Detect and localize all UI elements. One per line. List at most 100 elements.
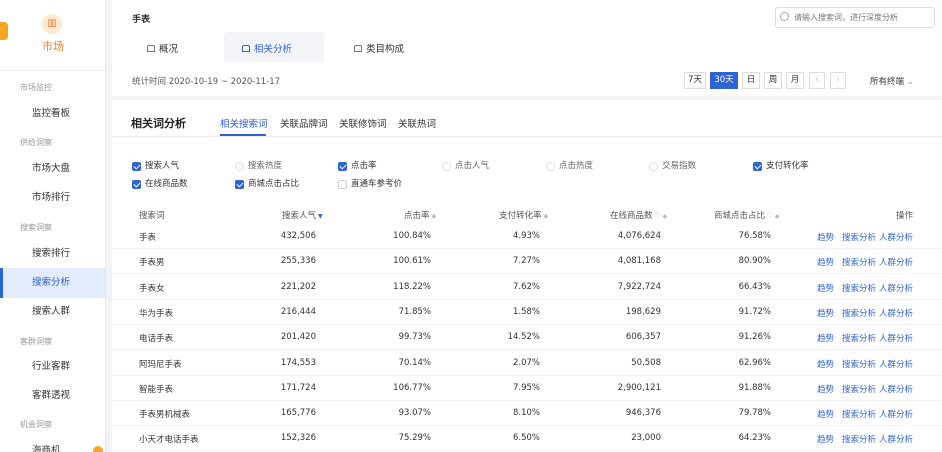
nav-item-search-analysis[interactable]: 搜索分析	[0, 268, 105, 298]
value-cell: 71.85%	[398, 306, 431, 317]
prev-period-button[interactable]: ‹	[809, 72, 825, 89]
checkbox-box	[649, 162, 658, 171]
col-header-keyword: 搜索词	[139, 211, 165, 221]
trend-link[interactable]: 趋势	[817, 433, 834, 445]
search-input[interactable]	[775, 7, 935, 28]
value-cell: 606,357	[625, 332, 661, 343]
crowd-analysis-link[interactable]: 人群分析	[879, 408, 913, 420]
search-analysis-link[interactable]: 搜索分析	[842, 332, 876, 344]
period-week-button[interactable]: 周	[764, 72, 782, 89]
value-cell: 79.78%	[738, 408, 771, 419]
value-cell: 106.77%	[393, 382, 431, 393]
col-header-ctr[interactable]: 点击率 ◆	[404, 209, 436, 221]
keyword-cell: 手表	[139, 233, 157, 243]
trend-link[interactable]: 趋势	[817, 358, 834, 370]
subtab-related-search-words[interactable]: 相关搜索词	[220, 116, 268, 130]
nav-item-market-overview[interactable]: 市场大盘	[0, 154, 105, 184]
trend-link[interactable]: 趋势	[817, 256, 834, 268]
value-cell: 8.10%	[512, 408, 540, 419]
subtab-modifier-words[interactable]: 关联修饰词	[339, 116, 387, 130]
col-header-search-popularity[interactable]: 搜索人气 ▼	[282, 209, 323, 221]
crowd-analysis-link[interactable]: 人群分析	[879, 358, 913, 370]
col-header-actions: 操作	[896, 211, 914, 221]
value-cell: 198,629	[625, 306, 661, 317]
col-header-online-items[interactable]: 在线商品数 ⓘ ◆	[610, 209, 667, 221]
checkbox-label: 点击率	[351, 161, 377, 171]
crowd-analysis-link[interactable]: 人群分析	[879, 332, 913, 344]
subtab-hot-words[interactable]: 关联热词	[398, 116, 436, 130]
search-analysis-link[interactable]: 搜索分析	[842, 231, 876, 243]
crowd-analysis-link[interactable]: 人群分析	[879, 433, 913, 445]
col-header-mall-click-ratio[interactable]: 商城点击占比 ⓘ ◆	[714, 209, 780, 221]
trend-link[interactable]: 趋势	[817, 408, 834, 420]
home-icon	[147, 45, 155, 52]
search-analysis-link[interactable]: 搜索分析	[842, 358, 876, 370]
nav-item-search-rank[interactable]: 搜索排行	[0, 239, 105, 269]
checkbox-label: 在线商品数	[145, 179, 188, 189]
nav-item-monitor-board[interactable]: 监控看板	[0, 99, 105, 129]
sort-icon: ◆	[431, 213, 437, 220]
subtab-brand-words[interactable]: 关联品牌词	[280, 116, 328, 130]
sort-icon: ◆	[775, 213, 780, 220]
page-header: 手表 概况 相关分析 类目构成 统计时间 2020-10-19 ~ 2020-1…	[112, 0, 942, 97]
trend-link[interactable]: 趋势	[817, 307, 834, 319]
tab-overview[interactable]: 概况	[147, 41, 178, 55]
value-cell: 50,508	[631, 357, 661, 368]
search-analysis-link[interactable]: 搜索分析	[842, 256, 876, 268]
checkbox-box	[338, 162, 347, 171]
col-label: 点击率	[404, 211, 430, 221]
tab-category-composition[interactable]: 类目构成	[354, 41, 404, 55]
value-cell: 66.43%	[738, 281, 771, 292]
nav-item-search-crowd[interactable]: 搜索人群	[0, 297, 105, 327]
checkbox-box	[546, 162, 555, 171]
checkbox-label: 搜索人气	[145, 161, 180, 171]
nav-item-opportunity[interactable]: 海商机	[0, 436, 105, 452]
nav-item-crowd-perspective[interactable]: 客群透视	[0, 381, 105, 411]
period-7day-button[interactable]: 7天	[684, 72, 706, 89]
crowd-analysis-link[interactable]: 人群分析	[879, 383, 913, 395]
value-cell: 75.29%	[398, 433, 431, 444]
page-title: 手表	[132, 15, 151, 25]
section-title: 客群洞察	[20, 337, 52, 346]
tab-related-analysis[interactable]: 相关分析	[242, 41, 292, 55]
value-cell: 2.07%	[512, 357, 540, 368]
nav-item-market-rank[interactable]: 市场排行	[0, 183, 105, 213]
crowd-analysis-link[interactable]: 人群分析	[879, 256, 913, 268]
search-analysis-link[interactable]: 搜索分析	[842, 408, 876, 420]
crowd-analysis-link[interactable]: 人群分析	[879, 231, 913, 243]
search-analysis-link[interactable]: 搜索分析	[842, 433, 876, 445]
crowd-analysis-link[interactable]: 人群分析	[879, 307, 913, 319]
col-header-conversion[interactable]: 支付转化率 ◆	[499, 209, 548, 221]
search-analysis-link[interactable]: 搜索分析	[842, 307, 876, 319]
next-period-button[interactable]: ›	[830, 72, 846, 89]
trend-link[interactable]: 趋势	[817, 231, 834, 243]
period-30day-button[interactable]: 30天	[710, 72, 738, 89]
value-cell: 118.22%	[393, 281, 431, 292]
terminal-select[interactable]: 所有终端 ⌄	[870, 75, 914, 87]
tab-label: 类目构成	[366, 44, 405, 55]
value-cell: 174,553	[280, 357, 316, 368]
value-cell: 221,202	[280, 281, 316, 292]
search-analysis-link[interactable]: 搜索分析	[842, 383, 876, 395]
period-day-button[interactable]: 日	[742, 72, 760, 89]
main-panel: 相关词分析 相关搜索词 关联品牌词 关联修饰词 关联热词 搜索人气 搜索热度 点击率…	[112, 100, 942, 452]
col-label: 搜索人气	[282, 211, 317, 221]
section-title: 机会洞察	[20, 420, 52, 429]
value-cell: 4,076,624	[617, 231, 661, 241]
nav-item-industry-crowd[interactable]: 行业客群	[0, 352, 105, 382]
crowd-analysis-link[interactable]: 人群分析	[879, 282, 913, 294]
trend-link[interactable]: 趋势	[817, 383, 834, 395]
search-analysis-link[interactable]: 搜索分析	[842, 282, 876, 294]
value-cell: 2,900,121	[617, 382, 661, 393]
period-month-button[interactable]: 月	[786, 72, 804, 89]
trend-link[interactable]: 趋势	[817, 282, 834, 294]
value-cell: 7,922,724	[617, 281, 661, 292]
sort-icon: ◆	[662, 213, 668, 220]
date-range: 统计时间 2020-10-19 ~ 2020-11-17	[132, 77, 281, 87]
value-cell: 100.61%	[393, 256, 431, 267]
value-cell: 80.90%	[738, 256, 771, 267]
value-cell: 70.14%	[398, 357, 431, 368]
value-cell: 14.52%	[507, 332, 540, 343]
trend-link[interactable]: 趋势	[817, 332, 834, 344]
keyword-cell: 华为手表	[139, 308, 174, 319]
